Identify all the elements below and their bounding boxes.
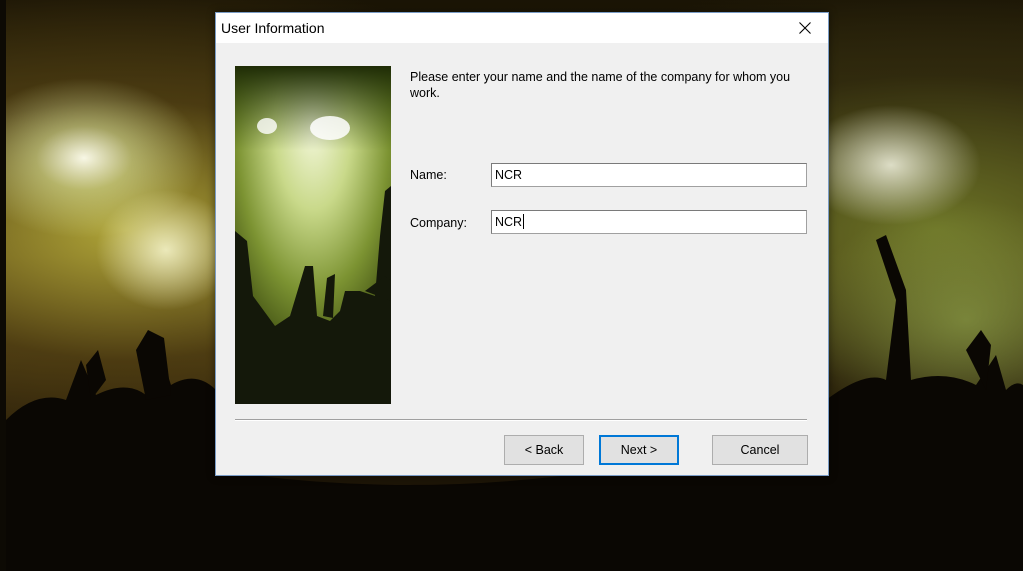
name-field[interactable]: NCR (491, 163, 807, 187)
side-banner-image (235, 66, 391, 404)
dialog-title: User Information (221, 20, 325, 36)
cancel-button[interactable]: Cancel (712, 435, 808, 465)
instruction-text: Please enter your name and the name of t… (410, 70, 791, 100)
name-label: Name: (410, 168, 447, 182)
company-label: Company: (410, 216, 467, 230)
text-cursor (523, 214, 525, 229)
back-button[interactable]: < Back (504, 435, 584, 465)
title-bar: User Information (216, 13, 828, 43)
next-button[interactable]: Next > (599, 435, 679, 465)
company-field[interactable]: NCR (491, 210, 807, 234)
button-separator (235, 419, 807, 421)
name-field-value: NCR (495, 168, 523, 182)
close-icon (799, 22, 811, 34)
close-button[interactable] (782, 13, 828, 43)
company-field-value: NCR (495, 215, 523, 229)
user-information-dialog: User Information Please enter your name … (215, 12, 829, 476)
